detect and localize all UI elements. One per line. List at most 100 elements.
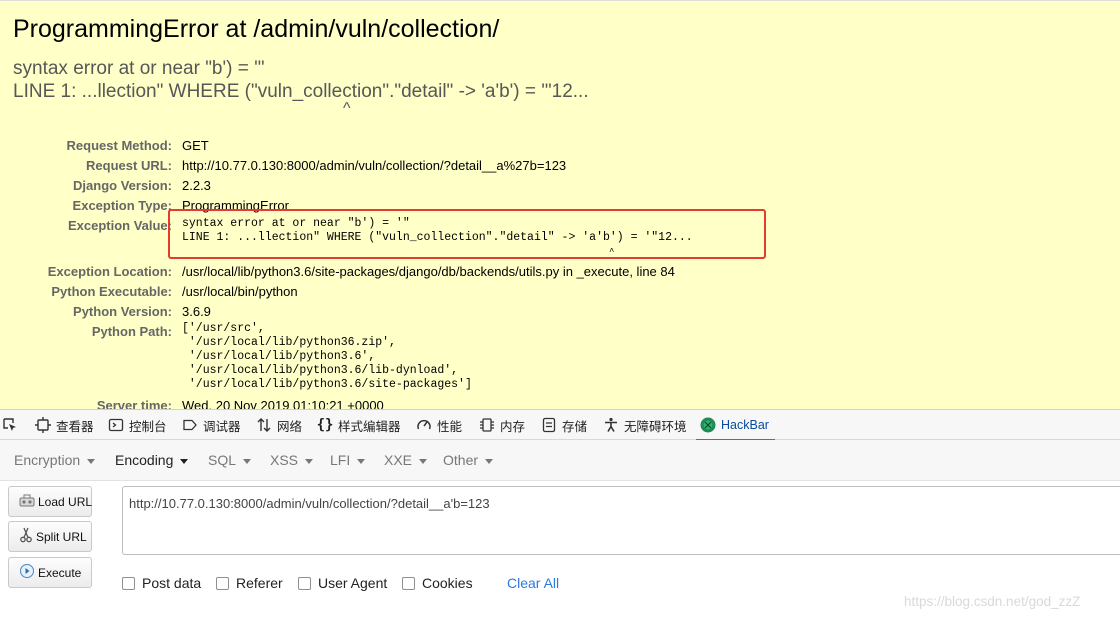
python-version-label: Python Version: [73,304,172,319]
exception-location-value: /usr/local/lib/python3.6/site-packages/d… [182,264,675,279]
storage-icon [541,417,557,433]
checkbox-label: Post data [142,575,202,591]
tab-performance[interactable]: 性能 [416,410,462,440]
performance-icon [416,417,432,433]
tab-label: 样式编辑器 [338,419,401,434]
request-method-label: Request Method: [66,138,172,153]
menu-xss[interactable]: XSS [270,452,314,468]
split-url-button[interactable]: Split URL [8,521,92,552]
checkbox-label: Referer [236,575,283,591]
tab-label: 存储 [562,419,588,434]
checkbox-box[interactable] [402,576,415,590]
page-title: ProgrammingError at /admin/vuln/collecti… [13,15,500,43]
debugger-icon [182,417,198,433]
console-icon [108,417,124,433]
scissors-icon [19,527,33,546]
network-icon [256,417,272,433]
user-agent-checkbox[interactable]: User Agent [298,575,387,591]
tab-hackbar[interactable]: HackBar [696,410,775,441]
chevron-down-icon [180,458,189,464]
chevron-down-icon [485,458,494,464]
chevron-down-icon [243,458,252,464]
tab-memory[interactable]: 内存 [479,410,525,440]
tab-label: 控制台 [129,419,167,434]
cookies-checkbox[interactable]: Cookies [402,575,473,591]
python-path-line: '/usr/local/lib/python36.zip', [182,336,396,349]
checkbox-box[interactable] [298,576,311,590]
checkbox-label: User Agent [318,575,388,591]
pick-element-icon [2,417,18,433]
chevron-down-icon [87,458,96,464]
pick-element-button[interactable] [2,410,18,440]
referer-checkbox[interactable]: Referer [216,575,283,591]
chevron-down-icon [419,458,428,464]
menu-xxe[interactable]: XXE [384,452,428,468]
checkbox-box[interactable] [216,576,229,590]
checkbox-box[interactable] [122,576,135,590]
tab-label: 调试器 [203,419,241,434]
tab-storage[interactable]: 存储 [541,410,587,440]
tab-label: 网络 [277,419,303,434]
error-summary-line-2: LINE 1: ...llection" WHERE ("vuln_collec… [13,81,589,102]
tab-label: 查看器 [56,419,94,434]
hackbar-panel: Load URL Split URL Execute http://10.77.… [0,481,1120,620]
python-version-value: 3.6.9 [182,304,211,319]
hackbar-icon [700,417,716,433]
url-input[interactable]: http://10.77.0.130:8000/admin/vuln/colle… [122,486,1120,555]
button-label: Split URL [36,529,87,544]
exception-location-label: Exception Location: [47,264,172,279]
watermark: https://blog.csdn.net/god_zzZ [904,594,1081,609]
tab-label: 无障碍环境 [624,419,687,434]
server-time-label: Server time: [96,398,172,409]
button-label: Execute [38,565,82,580]
execute-button[interactable]: Execute [8,557,92,588]
chevron-down-icon [305,458,314,464]
checkbox-label: Cookies [422,575,473,591]
devtools-toolbar: 查看器 控制台 调试器 网络 {} 样式编辑器 性能 内存 存储 无障碍环境 H… [0,409,1120,441]
python-path-line: '/usr/local/lib/python3.6/lib-dynload', [182,364,459,377]
python-path-label: Python Path: [91,324,172,339]
inspector-icon [35,417,51,433]
chevron-down-icon [357,458,366,464]
hackbar-menu: Encryption Encoding SQL XSS LFI XXE Othe… [0,440,1120,481]
menu-encoding[interactable]: Encoding [115,452,189,468]
tab-label: HackBar [721,418,769,432]
error-summary-line-1: syntax error at or near "b') = '" [13,58,265,79]
error-summary-caret: ^ [343,100,351,117]
menu-sql[interactable]: SQL [208,452,252,468]
highlight-box [168,209,766,259]
tab-console[interactable]: 控制台 [108,410,167,440]
menu-lfi[interactable]: LFI [330,452,366,468]
menu-label: Encryption [14,452,81,468]
play-icon [19,563,35,582]
request-url-label: Request URL: [86,158,172,173]
python-path-line: '/usr/local/lib/python3.6/site-packages'… [182,378,472,391]
python-executable-value: /usr/local/bin/python [182,284,298,299]
request-url-value: http://10.77.0.130:8000/admin/vuln/colle… [182,158,567,173]
accessibility-icon [603,417,619,433]
python-executable-label: Python Executable: [51,284,172,299]
post-data-checkbox[interactable]: Post data [122,575,201,591]
django-version-value: 2.2.3 [182,178,211,193]
menu-label: Other [443,452,479,468]
exception-value-label: Exception Value: [67,218,172,233]
tab-accessibility[interactable]: 无障碍环境 [603,410,687,440]
menu-label: Encoding [115,452,174,468]
load-url-button[interactable]: Load URL [8,486,92,517]
tab-network[interactable]: 网络 [256,410,302,440]
django-error-page: ProgrammingError at /admin/vuln/collecti… [0,0,1120,409]
load-url-icon [19,493,35,510]
tab-debugger[interactable]: 调试器 [182,410,241,440]
tab-label: 性能 [437,419,463,434]
style-editor-icon: {} [316,417,334,433]
menu-encryption[interactable]: Encryption [14,452,96,468]
menu-label: SQL [208,452,237,468]
button-label: Load URL [38,494,93,509]
tab-inspector[interactable]: 查看器 [35,410,94,440]
menu-other[interactable]: Other [443,452,494,468]
tab-style-editor[interactable]: {} 样式编辑器 [317,410,401,440]
python-path-line: ['/usr/src', [182,322,265,335]
memory-icon [479,417,495,433]
menu-label: XSS [270,452,299,468]
clear-all-link[interactable]: Clear All [507,575,559,591]
